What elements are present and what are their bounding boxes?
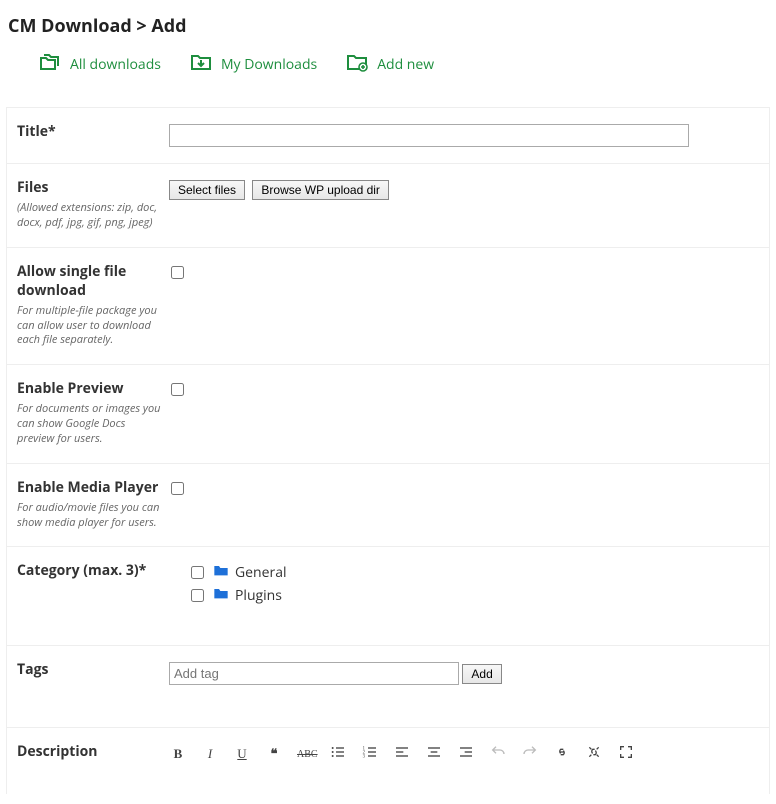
category-item: Plugins [187, 586, 759, 605]
strikethrough-icon[interactable]: ABC [297, 749, 315, 760]
quote-icon[interactable]: ❝ [265, 746, 283, 762]
align-left-icon[interactable] [393, 744, 411, 764]
browse-wp-button[interactable]: Browse WP upload dir [252, 180, 389, 200]
add-tag-button[interactable]: Add [462, 664, 501, 684]
label-enable-media: Enable Media Player [17, 478, 161, 497]
category-checkbox-plugins[interactable] [191, 589, 204, 602]
row-tags: Tags Add [7, 646, 769, 728]
underline-icon[interactable]: U [233, 746, 251, 762]
label-title: Title* [17, 122, 161, 141]
align-right-icon[interactable] [457, 744, 475, 764]
folder-add-icon [345, 50, 369, 79]
nav-all-downloads[interactable]: All downloads [38, 50, 161, 79]
ordered-list-icon[interactable]: 123 [361, 744, 379, 764]
link-icon[interactable] [553, 744, 571, 764]
label-description: Description [17, 742, 161, 761]
editor-toolbar: B I U ❝ ABC 123 [169, 744, 759, 764]
label-enable-preview: Enable Preview [17, 379, 161, 398]
svg-text:3: 3 [363, 755, 366, 760]
top-nav: All downloads My Downloads Add new [38, 50, 770, 79]
row-enable-media: Enable Media Player For audio/movie file… [7, 464, 769, 548]
redo-icon[interactable] [521, 744, 539, 764]
label-allow-single: Allow single file download [17, 262, 161, 300]
title-input[interactable] [169, 124, 689, 147]
italic-icon[interactable]: I [201, 746, 219, 762]
category-checkbox-general[interactable] [191, 566, 204, 579]
select-files-button[interactable]: Select files [169, 180, 245, 200]
label-category: Category (max. 3)* [17, 561, 161, 580]
row-description: Description B I U ❝ ABC 123 [7, 728, 769, 794]
label-tags: Tags [17, 660, 161, 679]
tag-input[interactable] [169, 662, 459, 685]
row-category: Category (max. 3)* General Plugins [7, 547, 769, 646]
nav-label: All downloads [70, 55, 161, 74]
row-allow-single: Allow single file download For multiple-… [7, 248, 769, 366]
nav-label: My Downloads [221, 55, 317, 74]
row-title: Title* [7, 108, 769, 164]
row-enable-preview: Enable Preview For documents or images y… [7, 365, 769, 464]
form: Title* Files (Allowed extensions: zip, d… [6, 107, 770, 794]
category-item: General [187, 563, 759, 582]
help-files: (Allowed extensions: zip, doc, docx, pdf… [17, 201, 161, 231]
help-enable-media: For audio/movie files you can show media… [17, 501, 161, 531]
folders-icon [38, 50, 62, 79]
category-label: Plugins [235, 586, 282, 605]
help-allow-single: For multiple-file package you can allow … [17, 304, 161, 349]
unordered-list-icon[interactable] [329, 744, 347, 764]
folder-icon [213, 563, 229, 582]
enable-media-checkbox[interactable] [171, 482, 184, 495]
nav-add-new[interactable]: Add new [345, 50, 434, 79]
category-label: General [235, 563, 287, 582]
folder-download-icon [189, 50, 213, 79]
folder-icon [213, 586, 229, 605]
page-title: CM Download > Add [8, 14, 770, 38]
help-enable-preview: For documents or images you can show Goo… [17, 402, 161, 447]
row-files: Files (Allowed extensions: zip, doc, doc… [7, 164, 769, 248]
nav-label: Add new [377, 55, 434, 74]
bold-icon[interactable]: B [169, 746, 187, 762]
allow-single-checkbox[interactable] [171, 266, 184, 279]
nav-my-downloads[interactable]: My Downloads [189, 50, 317, 79]
align-center-icon[interactable] [425, 744, 443, 764]
undo-icon[interactable] [489, 744, 507, 764]
enable-preview-checkbox[interactable] [171, 383, 184, 396]
label-files: Files [17, 178, 161, 197]
unlink-icon[interactable] [585, 744, 603, 764]
fullscreen-icon[interactable] [617, 744, 635, 764]
